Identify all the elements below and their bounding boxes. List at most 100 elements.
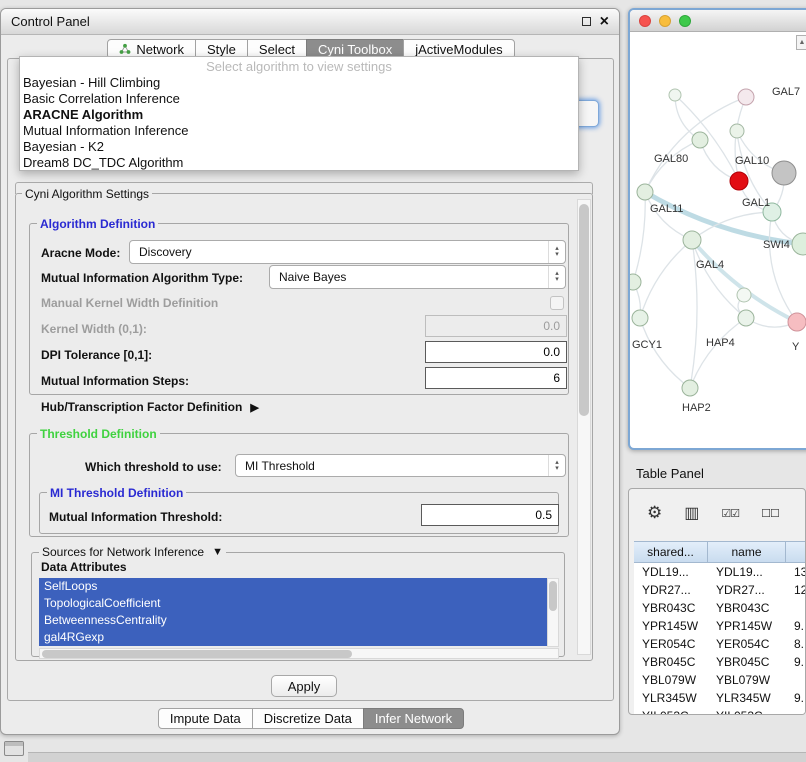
select-all-icon[interactable]: ☑☑ (721, 507, 739, 520)
tab-infer-network[interactable]: Infer Network (363, 708, 464, 729)
network-node[interactable] (792, 233, 806, 255)
network-edge[interactable] (640, 318, 690, 388)
popup-item[interactable]: Dream8 DC_TDC Algorithm (20, 155, 578, 171)
table-cell[interactable]: 13 (786, 563, 805, 581)
table-row[interactable]: YBR045CYBR045C9. (634, 653, 805, 671)
table-cell[interactable]: YBL079W (634, 671, 708, 689)
network-node[interactable] (682, 380, 698, 396)
table-cell[interactable]: 9. (786, 689, 805, 707)
table-cell[interactable]: 9. (786, 653, 805, 671)
docked-panel-icon[interactable] (4, 741, 24, 756)
network-node[interactable] (730, 172, 748, 190)
popup-item[interactable]: Bayesian - Hill Climbing (20, 75, 578, 91)
settings-scrollbar-thumb[interactable] (579, 204, 589, 416)
hub-definition-toggle[interactable]: Hub/Transcription Factor Definition ▶ (41, 400, 259, 414)
network-node[interactable] (630, 274, 641, 290)
network-node[interactable] (637, 184, 653, 200)
tab-impute-data[interactable]: Impute Data (158, 708, 253, 729)
network-edge[interactable] (645, 192, 692, 240)
network-edge[interactable] (633, 192, 645, 282)
table-cell[interactable]: YDL19... (634, 563, 708, 581)
table-row[interactable]: YPR145WYPR145W9. (634, 617, 805, 635)
table-cell[interactable]: YDL19... (708, 563, 786, 581)
network-node[interactable] (738, 310, 754, 326)
network-node[interactable] (692, 132, 708, 148)
table-cell[interactable]: YER054C (634, 635, 708, 653)
table-cell[interactable]: YIL053C (634, 707, 708, 714)
table-cell[interactable]: YBR045C (708, 653, 786, 671)
dpi-tolerance-field[interactable] (425, 341, 567, 363)
float-window-icon[interactable] (582, 17, 591, 26)
popup-item[interactable]: Basic Correlation Inference (20, 91, 578, 107)
table-row[interactable]: YBL079WYBL079W (634, 671, 805, 689)
table-cell[interactable]: YPR145W (708, 617, 786, 635)
expand-right-icon[interactable]: ▶ (250, 401, 258, 414)
network-node[interactable] (683, 231, 701, 249)
table-cell[interactable]: 9. (786, 617, 805, 635)
network-window-titlebar[interactable] (630, 10, 806, 32)
mi-steps-field[interactable] (425, 367, 567, 389)
list-h-scrollbar-thumb[interactable] (42, 650, 352, 658)
columns-icon[interactable]: ▥ (684, 503, 699, 523)
popup-item[interactable]: Mutual Information Inference (20, 123, 578, 139)
network-node[interactable] (730, 124, 744, 138)
list-scrollbar-thumb[interactable] (549, 581, 557, 611)
zoom-traffic-light[interactable] (679, 15, 691, 27)
table-row[interactable]: YER054CYER054C8. (634, 635, 805, 653)
table-cell[interactable]: YPR145W (634, 617, 708, 635)
close-window-icon[interactable]: × (600, 14, 609, 30)
popup-item-selected[interactable]: ARACNE Algorithm (20, 107, 578, 123)
aracne-mode-select[interactable]: Discovery ▴▾ (129, 240, 566, 264)
network-node[interactable] (738, 89, 754, 105)
table-cell[interactable]: YDR27... (708, 581, 786, 599)
network-node[interactable] (737, 288, 751, 302)
column-header[interactable]: shared... (634, 541, 708, 563)
list-item-selected[interactable]: BetweennessCentrality (39, 612, 547, 629)
table-cell[interactable]: YLR345W (708, 689, 786, 707)
network-edge[interactable] (690, 318, 746, 388)
table-row[interactable]: YLR345WYLR345W9. (634, 689, 805, 707)
close-traffic-light[interactable] (639, 15, 651, 27)
column-header[interactable]: name (707, 541, 786, 563)
minimize-traffic-light[interactable] (659, 15, 671, 27)
table-cell[interactable]: YLR345W (634, 689, 708, 707)
settings-scrollbar[interactable] (577, 199, 591, 655)
list-item-selected[interactable]: TopologicalCoefficient (39, 595, 547, 612)
network-node[interactable] (772, 161, 796, 185)
mi-threshold-field[interactable] (421, 504, 559, 526)
table-cell[interactable]: YER054C (708, 635, 786, 653)
table-cell[interactable]: YBR045C (634, 653, 708, 671)
network-edge[interactable] (640, 240, 692, 318)
table-row[interactable]: YDR27...YDR27...12 (634, 581, 805, 599)
table-cell[interactable] (786, 707, 805, 714)
expand-down-icon[interactable]: ▼ (212, 546, 223, 558)
tab-discretize-data[interactable]: Discretize Data (252, 708, 364, 729)
network-node[interactable] (788, 313, 806, 331)
which-threshold-select[interactable]: MI Threshold ▴▾ (235, 454, 566, 477)
list-item-selected[interactable]: gal4RGexp (39, 629, 547, 646)
apply-button[interactable]: Apply (271, 675, 337, 697)
table-cell[interactable]: 12 (786, 581, 805, 599)
list-scrollbar[interactable] (547, 578, 559, 647)
list-item-selected[interactable]: SelfLoops (39, 578, 547, 595)
network-canvas[interactable]: GAL7GAL80GAL10GAL11GAL1SWI4GAL4GCY1HAP4Y… (630, 32, 806, 450)
table-cell[interactable] (786, 599, 805, 617)
sources-toggle[interactable]: Sources for Network Inference ▼ (39, 545, 226, 559)
table-row[interactable]: YIL053CYIL053C (634, 707, 805, 714)
network-node[interactable] (669, 89, 681, 101)
table-cell[interactable]: YBR043C (634, 599, 708, 617)
table-cell[interactable]: YBL079W (708, 671, 786, 689)
table-cell[interactable]: YDR27... (634, 581, 708, 599)
network-node[interactable] (632, 310, 648, 326)
popup-item[interactable]: Bayesian - K2 (20, 139, 578, 155)
network-edge[interactable] (769, 212, 797, 322)
table-cell[interactable]: YIL053C (708, 707, 786, 714)
gear-icon[interactable]: ⚙ (647, 503, 662, 523)
table-cell[interactable] (786, 671, 805, 689)
table-cell[interactable]: YBR043C (708, 599, 786, 617)
control-panel-titlebar[interactable]: Control Panel × (1, 9, 619, 35)
table-row[interactable]: YBR043CYBR043C (634, 599, 805, 617)
deselect-all-icon[interactable]: ☐☐ (761, 507, 779, 520)
list-h-scrollbar[interactable] (39, 648, 559, 659)
network-scrollbar-button[interactable]: ▲ (796, 35, 806, 50)
